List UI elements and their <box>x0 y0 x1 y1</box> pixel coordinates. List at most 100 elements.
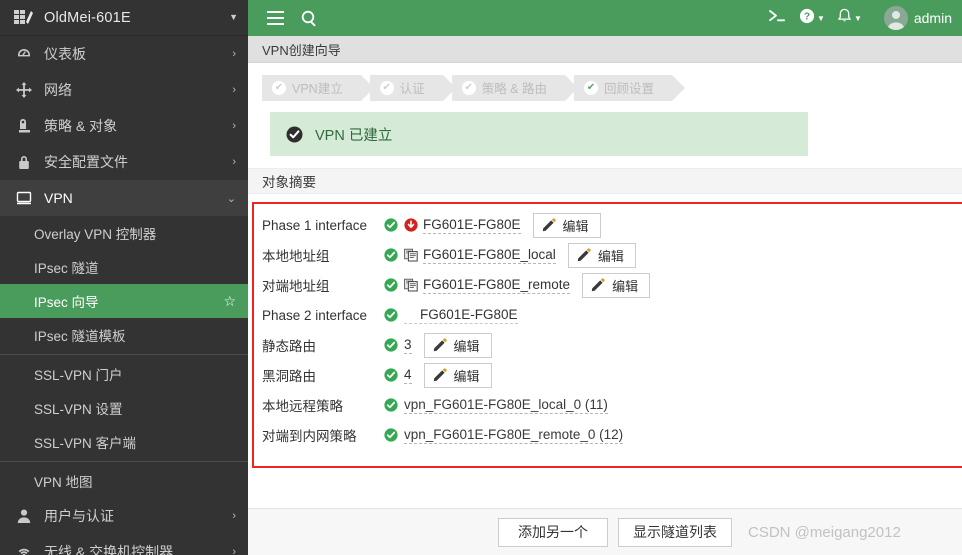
sidebar-item-ipsec-tunnel-templates[interactable]: IPsec 隧道模板 <box>0 318 248 352</box>
pencil-icon <box>591 278 605 292</box>
sidebar-subitem-label: VPN 地图 <box>34 475 93 490</box>
help-button[interactable]: ? ▼ <box>793 0 831 36</box>
phase1-down-icon <box>404 218 418 232</box>
sidebar-item-ipsec-tunnels[interactable]: IPsec 隧道 <box>0 250 248 284</box>
sidebar-divider <box>0 354 248 355</box>
sidebar-item-user-authentication[interactable]: 用户与认证 › <box>0 498 248 534</box>
sidebar-item-label: 用户与认证 <box>44 508 114 524</box>
sidebar-item-wifi-switch-controller[interactable]: 无线 & 交换机控制器 › <box>0 534 248 555</box>
page-title: VPN创建向导 <box>262 42 341 58</box>
wizard-step-vpn-setup[interactable]: ✔ VPN建立 <box>262 74 378 101</box>
hamburger-menu-icon[interactable] <box>258 0 292 36</box>
add-another-button[interactable]: 添加另一个 <box>498 517 608 547</box>
sidebar-subitem-label: Overlay VPN 控制器 <box>34 227 157 242</box>
table-row: Phase 2 interface FG601E-FG80E <box>262 300 962 330</box>
status-ok-icon <box>384 308 398 322</box>
pencil-icon <box>577 248 591 262</box>
edit-button-label: 编辑 <box>597 248 624 264</box>
table-row: 对端地址组 FG601E-FG80E_remote 编辑 <box>262 270 962 300</box>
edit-button[interactable]: 编辑 <box>582 272 651 298</box>
sidebar-item-ipsec-wizard[interactable]: IPsec 向导 ☆ <box>0 284 248 318</box>
help-question-icon: ? <box>799 8 815 29</box>
edit-button[interactable]: 编辑 <box>532 212 601 238</box>
favorite-star-icon[interactable]: ☆ <box>223 293 236 310</box>
cli-console-button[interactable] <box>763 0 793 36</box>
wizard-step-label: 策略 & 路由 <box>481 82 548 96</box>
edit-button-label: 编辑 <box>612 278 639 294</box>
check-icon: ✔ <box>461 80 476 95</box>
status-ok-icon <box>384 218 398 232</box>
sidebar-subitem-label: SSL-VPN 客户端 <box>34 436 137 451</box>
main-content: ? ▼ ▼ admin VPN创建向导 ✔ VPN建立 ✔ 认证 ✔ 策略 & … <box>248 0 962 555</box>
row-value[interactable]: FG601E-FG80E <box>423 217 521 234</box>
notifications-button[interactable]: ▼ <box>831 0 868 36</box>
status-ok-icon <box>384 428 398 442</box>
sidebar-item-policy-objects[interactable]: 策略 & 对象 › <box>0 108 248 144</box>
edit-button-label: 编辑 <box>453 338 480 354</box>
sidebar-subitem-label: IPsec 隧道 <box>34 261 99 276</box>
chevron-down-icon: ▼ <box>817 13 825 23</box>
sidebar-nav: 仪表板 › 网络 › 策略 & 对象 › 安全配置文件 › VPN ⌄ Over… <box>0 36 248 555</box>
sidebar-item-sslvpn-settings[interactable]: SSL-VPN 设置 <box>0 391 248 425</box>
show-tunnel-list-button[interactable]: 显示隧道列表 <box>618 517 732 547</box>
wizard-step-authentication[interactable]: ✔ 认证 <box>369 74 460 101</box>
edit-button[interactable]: 编辑 <box>423 332 492 358</box>
object-summary-area: Phase 1 interface FG601E-FG80E 编辑 本地地址组 … <box>248 194 962 555</box>
edit-button[interactable]: 编辑 <box>423 362 492 388</box>
sidebar-item-overlay-vpn-controller[interactable]: Overlay VPN 控制器 <box>0 216 248 250</box>
top-navigation-bar: ? ▼ ▼ admin <box>248 0 962 36</box>
cli-console-icon <box>769 9 787 28</box>
wizard-step-review-settings[interactable]: ✔ 回顾设置 <box>574 74 690 101</box>
device-name: OldMei-601E <box>44 9 131 26</box>
top-bar-actions: ? ▼ ▼ admin <box>763 0 962 36</box>
row-value[interactable]: 4 <box>404 367 412 384</box>
chevron-right-icon: › <box>232 84 236 96</box>
chevron-down-icon[interactable]: ▼ <box>229 13 238 22</box>
object-summary-table: Phase 1 interface FG601E-FG80E 编辑 本地地址组 … <box>254 204 962 450</box>
table-row: 对端到内网策略 vpn_FG601E-FG80E_remote_0 (12) <box>262 420 962 450</box>
sidebar-item-dashboard[interactable]: 仪表板 › <box>0 36 248 72</box>
check-icon: ✔ <box>272 80 286 95</box>
object-summary-title: 对象摘要 <box>262 175 316 190</box>
row-label: 静态路由 <box>262 339 316 354</box>
sidebar-item-label: 安全配置文件 <box>44 154 128 170</box>
sidebar-item-label: 仪表板 <box>44 46 86 62</box>
wizard-step-label: 认证 <box>399 82 425 96</box>
row-value[interactable]: 3 <box>404 337 412 354</box>
table-row: 静态路由 3 编辑 <box>262 330 962 360</box>
status-ok-icon <box>384 278 398 292</box>
sidebar-item-sslvpn-client[interactable]: SSL-VPN 客户端 <box>0 425 248 459</box>
row-label: 对端地址组 <box>262 279 330 294</box>
sidebar-item-network[interactable]: 网络 › <box>0 72 248 108</box>
row-value[interactable]: vpn_FG601E-FG80E_local_0 (11) <box>404 397 608 414</box>
sidebar-item-security-profiles[interactable]: 安全配置文件 › <box>0 144 248 180</box>
sidebar: OldMei-601E ▼ 仪表板 › 网络 › 策略 & 对象 › 安全配置文… <box>0 0 248 555</box>
wizard-step-label: 回顾设置 <box>604 82 655 96</box>
wizard-step-policy-routing[interactable]: ✔ 策略 & 路由 <box>451 74 583 101</box>
sidebar-divider <box>0 461 248 462</box>
edit-button-label: 编辑 <box>453 368 480 384</box>
edit-button[interactable]: 编辑 <box>567 242 636 268</box>
sidebar-item-vpn-map[interactable]: VPN 地图 <box>0 464 248 498</box>
sidebar-item-label: VPN <box>44 190 73 206</box>
check-icon: ✔ <box>379 80 394 95</box>
row-value[interactable]: FG601E-FG80E <box>404 307 518 324</box>
chevron-right-icon: › <box>232 510 236 522</box>
row-value[interactable]: FG601E-FG80E_local <box>423 247 556 264</box>
row-value[interactable]: vpn_FG601E-FG80E_remote_0 (12) <box>404 427 624 444</box>
svg-text:?: ? <box>804 11 810 22</box>
wizard-step-bar: ✔ VPN建立 ✔ 认证 ✔ 策略 & 路由 ✔ 回顾设置 <box>248 63 962 104</box>
sidebar-item-sslvpn-portal[interactable]: SSL-VPN 门户 <box>0 357 248 391</box>
status-ok-icon <box>384 368 398 382</box>
user-menu[interactable]: admin <box>868 0 962 36</box>
watermark-text: CSDN @meigang2012 <box>748 523 901 541</box>
edit-button-label: 编辑 <box>562 218 589 234</box>
wifi-icon <box>14 544 34 555</box>
pencil-icon <box>433 338 447 352</box>
sidebar-device-header[interactable]: OldMei-601E ▼ <box>0 0 248 36</box>
row-value[interactable]: FG601E-FG80E_remote <box>423 277 571 294</box>
search-icon[interactable] <box>292 0 326 36</box>
table-row: 黑洞路由 4 编辑 <box>262 360 962 390</box>
pencil-icon <box>542 218 556 232</box>
sidebar-item-vpn[interactable]: VPN ⌄ <box>0 180 248 216</box>
